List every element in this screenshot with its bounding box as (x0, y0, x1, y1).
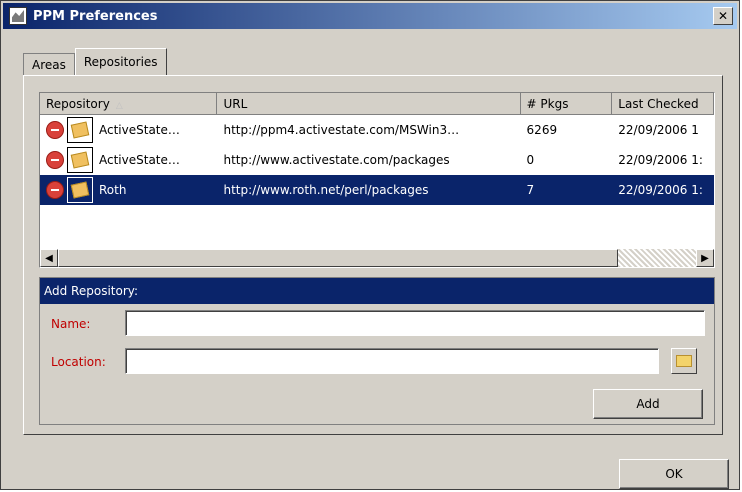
package-icon (70, 181, 90, 199)
table-row[interactable]: ActiveState… http://www.activestate.com/… (40, 145, 714, 175)
package-icon-frame (67, 117, 93, 143)
close-button[interactable]: ✕ (713, 7, 733, 25)
name-input[interactable] (125, 310, 705, 336)
title-bar[interactable]: PPM Preferences ✕ (3, 3, 737, 29)
repository-url: http://www.activestate.com/packages (223, 153, 450, 167)
column-header-url[interactable]: URL (217, 93, 521, 115)
scrollbar-thumb[interactable] (58, 249, 618, 267)
repository-last-checked: 22/09/2006 1 (618, 123, 699, 137)
folder-icon (676, 355, 692, 367)
column-header-last-checked[interactable]: Last Checked (612, 93, 714, 115)
repository-last-checked: 22/09/2006 1: (618, 153, 703, 167)
remove-icon[interactable] (46, 121, 64, 139)
remove-icon[interactable] (46, 151, 64, 169)
repository-url: http://ppm4.activestate.com/MSWin3… (223, 123, 460, 137)
scroll-left-icon[interactable]: ◀ (40, 249, 58, 267)
column-header-repository[interactable]: Repository △ (40, 93, 218, 115)
scrollbar-track[interactable] (618, 249, 696, 267)
repository-name: ActiveState… (99, 123, 180, 137)
package-icon (70, 121, 90, 139)
location-input[interactable] (125, 348, 659, 374)
tab-repositories[interactable]: Repositories (74, 48, 167, 75)
add-button[interactable]: Add (593, 389, 703, 419)
repository-cell: Roth (40, 177, 217, 203)
horizontal-scrollbar[interactable]: ◀ ▶ (40, 249, 714, 267)
package-icon-frame (67, 177, 93, 203)
repository-name: ActiveState… (99, 153, 180, 167)
name-label: Name: (51, 317, 91, 331)
table-row[interactable]: ActiveState… http://ppm4.activestate.com… (40, 115, 714, 145)
package-icon-frame (67, 147, 93, 173)
table-row-selected[interactable]: Roth http://www.roth.net/perl/packages 7… (40, 175, 714, 205)
repository-list[interactable]: Repository △ URL # Pkgs Last Checked Acti… (39, 92, 715, 268)
add-repository-header: Add Repository: (40, 278, 714, 304)
ppm-app-icon (9, 7, 27, 25)
repository-url: http://www.roth.net/perl/packages (223, 183, 429, 197)
repository-last-checked: 22/09/2006 1: (618, 183, 703, 197)
window-title: PPM Preferences (33, 8, 158, 24)
repository-pkgs: 0 (526, 153, 535, 167)
remove-icon[interactable] (46, 181, 64, 199)
ok-button[interactable]: OK (619, 459, 729, 489)
tab-areas[interactable]: Areas (23, 53, 75, 75)
browse-folder-button[interactable] (671, 348, 697, 374)
repository-cell: ActiveState… (40, 147, 217, 173)
repository-pkgs: 6269 (526, 123, 558, 137)
tab-strip: Areas Repositories (23, 48, 167, 75)
list-header: Repository △ URL # Pkgs Last Checked (40, 93, 714, 115)
repository-cell: ActiveState… (40, 117, 217, 143)
repository-pkgs: 7 (526, 183, 535, 197)
location-label: Location: (51, 355, 106, 369)
package-icon (70, 151, 90, 169)
ppm-preferences-window: PPM Preferences ✕ Areas Repositories Rep… (0, 0, 740, 490)
repository-name: Roth (99, 183, 127, 197)
column-header-pkgs[interactable]: # Pkgs (520, 93, 613, 115)
scroll-right-icon[interactable]: ▶ (696, 249, 714, 267)
sort-ascending-icon: △ (115, 101, 123, 111)
